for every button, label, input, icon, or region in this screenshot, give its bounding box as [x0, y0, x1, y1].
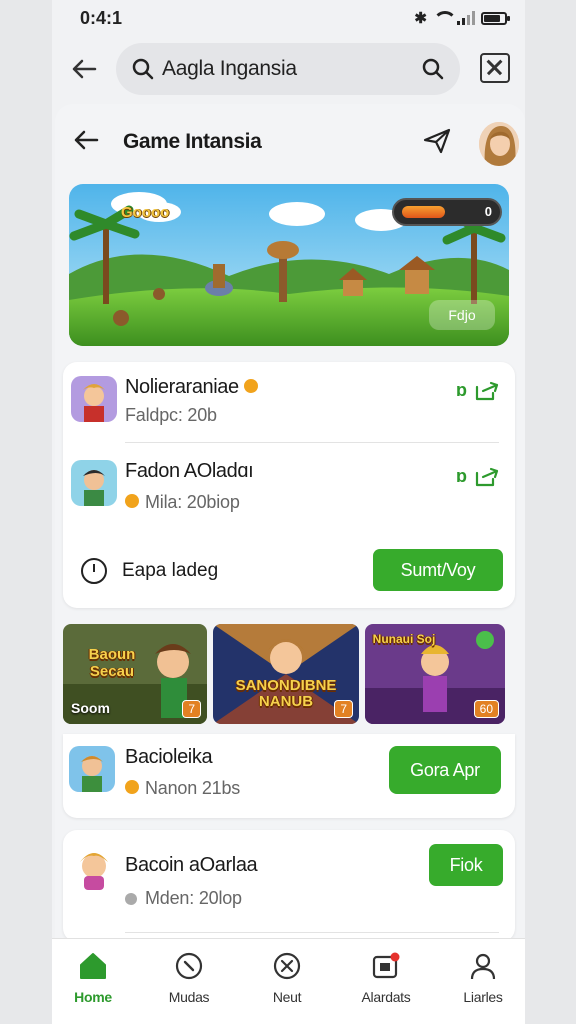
open-button[interactable]: Fiok	[429, 844, 503, 886]
tile-title: Nunaui Soj	[372, 632, 436, 646]
clock-icon	[81, 558, 107, 584]
search-icon	[132, 58, 154, 80]
profile-icon	[470, 953, 496, 980]
game-banner[interactable]: Goooo 0 Fdjo	[69, 184, 509, 346]
footer-label: Eapa ladeg	[122, 560, 219, 581]
cross-circle-icon	[273, 952, 301, 980]
status-bar: 0:4:1 ✱	[52, 0, 525, 38]
search-input[interactable]: Aagla Ingansia	[116, 43, 460, 95]
get-app-button[interactable]: Gora Apr	[389, 746, 501, 794]
app-list-card: Nolieraraniae Faldpc: 20b ɒ Fadon AOladɑ…	[63, 362, 515, 608]
app-name: Fadon AOladɑı	[125, 460, 254, 482]
submit-button[interactable]: Sumt/Voy	[373, 549, 503, 591]
page-title: Game Intansia	[123, 130, 262, 153]
search-query: Aagla Ingansia	[162, 57, 297, 80]
share-arrow-icon	[475, 381, 499, 400]
top-bar: Aagla Ingansia	[52, 40, 525, 98]
sheet-back-button[interactable]	[71, 124, 101, 156]
signal-icon	[457, 11, 475, 25]
share-arrow-icon	[475, 467, 499, 486]
tile-tag: 7	[334, 700, 353, 718]
app-action-label: ɒ	[456, 466, 467, 486]
banner-progress-fill	[402, 206, 445, 218]
app-icon	[71, 376, 117, 422]
verified-badge-icon	[125, 494, 139, 509]
verified-badge-icon	[243, 378, 258, 393]
nav-label: Alardats	[361, 989, 411, 1005]
back-arrow-icon	[74, 130, 99, 150]
notification-icon	[372, 952, 400, 979]
app-action[interactable]: ɒ	[456, 466, 499, 487]
tile-caption: Soom	[71, 700, 110, 716]
back-button[interactable]	[66, 52, 102, 86]
sheet-header: Game Intansia	[55, 104, 525, 176]
battery-icon	[481, 11, 510, 25]
list-item[interactable]: Fadon AOladɑı Mila: 20biop ɒ	[63, 448, 515, 528]
app-subtitle: Faldpc: 20b	[125, 405, 217, 425]
search-submit-icon[interactable]	[422, 58, 444, 80]
app-icon	[71, 844, 117, 890]
promo-app-box: Bacioleika Nanon 21bs Gora Apr	[63, 734, 515, 818]
app-action-label: ɒ	[456, 380, 467, 400]
bluetooth-icon: ✱	[414, 10, 427, 27]
back-arrow-icon	[72, 59, 97, 79]
nav-label: Mudas	[168, 989, 210, 1005]
wifi-icon	[433, 11, 457, 25]
nav-home[interactable]: Home	[52, 949, 138, 1005]
tile-tag: 7	[182, 700, 201, 718]
nav-profile[interactable]: Liarles	[438, 949, 525, 1005]
bottom-app-card: Bacoin aOarlaa Mden: 20lop Fiok	[63, 830, 515, 942]
status-time: 0:4:1	[80, 8, 123, 28]
share-icon[interactable]	[423, 128, 451, 154]
list-item[interactable]: Nolieraraniae Faldpc: 20b ɒ	[63, 362, 515, 442]
nav-label: Neut	[272, 989, 302, 1005]
app-name: Bacioleika	[125, 746, 213, 768]
app-subtitle: Nanon 21bs	[125, 778, 240, 799]
promo-tile[interactable]: Baoun Secau Soom 7	[63, 624, 207, 724]
banner-corner-badge: 0	[484, 204, 492, 219]
app-name: Nolieraraniae	[125, 376, 264, 399]
bottom-navigation: Home Mudas Neut Alardats Liarles	[52, 938, 525, 1024]
banner-score: Goooo	[121, 204, 170, 221]
nav-mudas[interactable]: Mudas	[144, 949, 234, 1005]
compass-icon	[175, 952, 203, 980]
banner-button[interactable]: Fdjo	[429, 300, 495, 330]
status-icons: ✱	[414, 9, 510, 27]
verified-badge-icon	[125, 780, 139, 795]
home-icon	[80, 953, 106, 979]
app-icon	[69, 746, 115, 792]
nav-label: Home	[74, 989, 112, 1005]
avatar-image	[479, 122, 519, 166]
nav-label: Liarles	[463, 989, 503, 1005]
app-name: Bacoin aOarlaa	[125, 854, 258, 876]
app-action[interactable]: ɒ	[456, 380, 499, 401]
divider	[125, 442, 499, 443]
nav-neut[interactable]: Neut	[242, 949, 332, 1005]
nav-alardats[interactable]: Alardats	[341, 949, 431, 1005]
divider	[125, 932, 499, 933]
game-sheet: Game Intansia Goooo 0 Fdjo Nolieraraniae…	[55, 104, 525, 1024]
promo-tiles: Baoun Secau Soom 7 SANONDIBNE NANUB 7 Nu…	[63, 616, 515, 724]
tile-title: Baoun Secau	[88, 646, 136, 680]
close-button[interactable]	[480, 53, 510, 83]
banner-progress-bar: 0	[392, 198, 502, 226]
app-subtitle: Mden: 20lop	[125, 888, 242, 909]
app-icon	[71, 460, 117, 506]
phone-screen: 0:4:1 ✱ Aagla Ingansia Game Intansia Goo…	[52, 0, 525, 1024]
promo-tile[interactable]: Nunaui Soj 60	[365, 624, 505, 724]
app-subtitle: Mila: 20biop	[125, 492, 240, 513]
location-icon	[125, 893, 137, 905]
avatar[interactable]	[479, 122, 519, 166]
promo-tile[interactable]: SANONDIBNE NANUB 7	[213, 624, 359, 724]
tile-tag: 60	[473, 700, 499, 718]
